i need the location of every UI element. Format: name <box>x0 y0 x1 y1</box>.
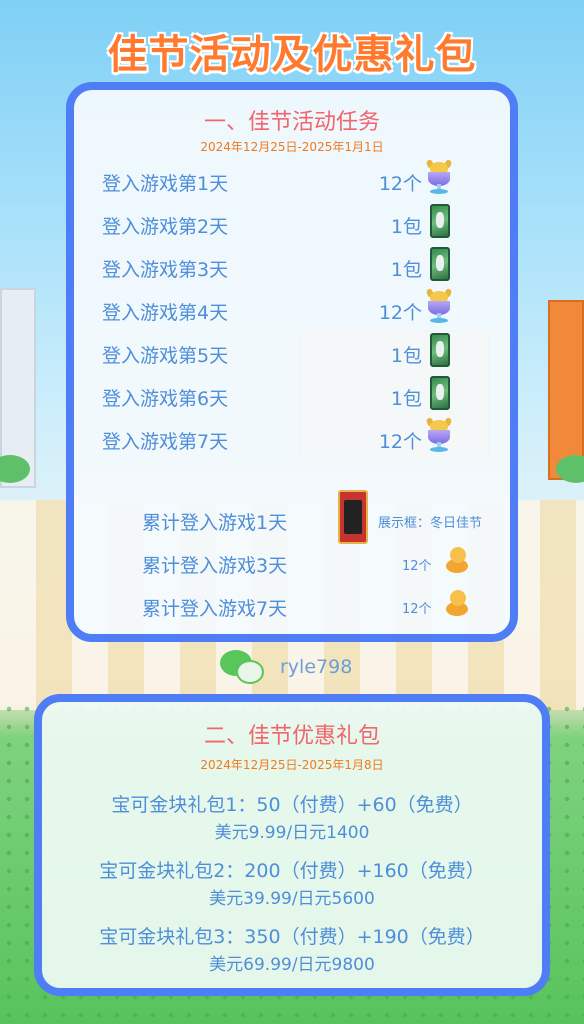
task-label: 登入游戏第1天 <box>102 173 229 195</box>
cumulative-reward: 12个 <box>402 559 432 574</box>
page-title: 佳节活动及优惠礼包 <box>107 32 477 78</box>
task-row: 登入游戏第3天 1包 <box>102 251 422 281</box>
trophy-cup-icon <box>424 288 454 325</box>
pack-price: 美元39.99/日元5600 <box>209 889 375 909</box>
task-qty: 12个 <box>378 431 422 453</box>
trophy-cup-icon <box>424 159 454 196</box>
section2-title: 二、佳节优惠礼包 <box>203 724 380 749</box>
card-pack-icon <box>430 204 450 238</box>
trophy-cup-icon <box>424 417 454 454</box>
task-qty: 1包 <box>390 216 422 238</box>
task-qty: 12个 <box>378 173 422 195</box>
task-qty: 12个 <box>378 302 422 324</box>
background-building-right <box>548 300 584 480</box>
watermark: ryle798 <box>220 648 380 688</box>
wechat-icon <box>220 650 266 686</box>
task-row: 登入游戏第4天 12个 <box>102 294 422 324</box>
task-qty: 1包 <box>390 259 422 281</box>
section1-date: 2024年12月25日-2025年1月1日 <box>200 140 384 154</box>
task-label: 登入游戏第2天 <box>102 216 229 238</box>
task-label: 登入游戏第6天 <box>102 388 229 410</box>
card-pack-icon <box>430 376 450 410</box>
cumulative-label: 累计登入游戏7天 <box>142 598 288 620</box>
task-row: 登入游戏第2天 1包 <box>102 208 422 238</box>
pack-price: 美元9.99/日元1400 <box>214 823 370 843</box>
task-row: 登入游戏第7天 12个 <box>102 423 422 453</box>
task-qty: 1包 <box>390 345 422 367</box>
task-label: 登入游戏第3天 <box>102 259 229 281</box>
display-frame-icon <box>338 490 368 544</box>
task-row: 登入游戏第5天 1包 <box>102 337 422 367</box>
watermark-text: ryle798 <box>280 656 353 678</box>
card-pack-icon <box>430 247 450 281</box>
gold-nugget-icon <box>444 588 470 618</box>
section2-date: 2024年12月25日-2025年1月8日 <box>200 758 384 772</box>
pack-price: 美元69.99/日元9800 <box>209 955 375 975</box>
task-row: 登入游戏第6天 1包 <box>102 380 422 410</box>
task-label: 登入游戏第4天 <box>102 302 229 324</box>
offer-packs-panel: 二、佳节优惠礼包 2024年12月25日-2025年1月8日 宝可金块礼包1：5… <box>34 694 550 996</box>
task-row: 登入游戏第1天 12个 <box>102 165 422 195</box>
cumulative-reward: 12个 <box>402 602 432 617</box>
task-label: 登入游戏第5天 <box>102 345 229 367</box>
event-tasks-panel: 一、佳节活动任务 2024年12月25日-2025年1月1日 登入游戏第1天 1… <box>66 82 518 642</box>
gold-nugget-icon <box>444 545 470 575</box>
pack-name: 宝可金块礼包2：200（付费）+160（免费） <box>99 860 485 882</box>
task-qty: 1包 <box>390 388 422 410</box>
cumulative-label: 累计登入游戏1天 <box>142 512 288 534</box>
card-pack-icon <box>430 333 450 367</box>
cumulative-reward: 展示框：冬日佳节 <box>378 516 483 531</box>
task-label: 登入游戏第7天 <box>102 431 229 453</box>
pack-name: 宝可金块礼包3：350（付费）+190（免费） <box>99 926 485 948</box>
pack-name: 宝可金块礼包1：50（付费）+60（免费） <box>111 794 473 816</box>
section1-title: 一、佳节活动任务 <box>203 110 380 135</box>
cumulative-label: 累计登入游戏3天 <box>142 555 288 577</box>
